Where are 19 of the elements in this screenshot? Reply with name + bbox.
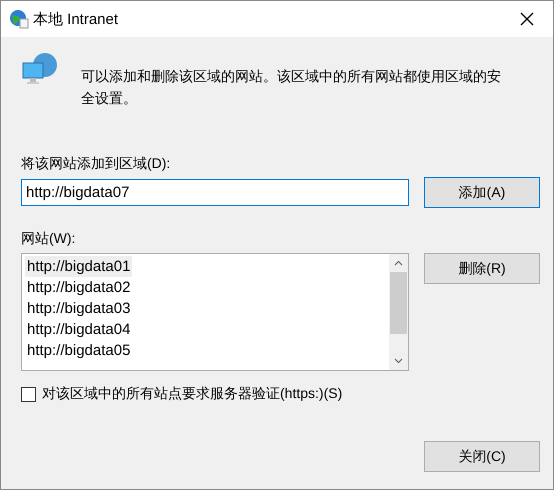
add-button[interactable]: 添加(A) xyxy=(424,177,540,208)
scroll-down-icon[interactable] xyxy=(394,358,403,364)
scrollbar[interactable] xyxy=(389,254,408,370)
add-site-label: 将该网站添加到区域(D): xyxy=(21,155,172,173)
window-title: 本地 Intranet xyxy=(33,10,120,28)
scroll-up-icon[interactable] xyxy=(394,260,403,266)
site-item[interactable]: http://bigdata05 xyxy=(25,340,132,361)
remove-button[interactable]: 删除(R) xyxy=(424,253,540,284)
site-item[interactable]: http://bigdata02 xyxy=(25,277,132,298)
site-item[interactable]: http://bigdata04 xyxy=(25,319,132,340)
sites-label: 网站(W): xyxy=(21,230,76,248)
description-text: 可以添加和删除该区域的网站。该区域中的所有网站都使用区域的安全设置。 xyxy=(81,67,502,108)
https-checkbox[interactable] xyxy=(21,386,36,402)
site-item[interactable]: http://bigdata03 xyxy=(25,298,132,319)
close-button[interactable]: 关闭(C) xyxy=(424,441,540,472)
site-item[interactable]: http://bigdata01 xyxy=(25,256,132,277)
site-input-field[interactable]: http://bigdata07 xyxy=(21,179,409,206)
https-label: 对该区域中的所有站点要求服务器验证(https:)(S) xyxy=(42,385,342,403)
globe-icon xyxy=(9,9,29,29)
